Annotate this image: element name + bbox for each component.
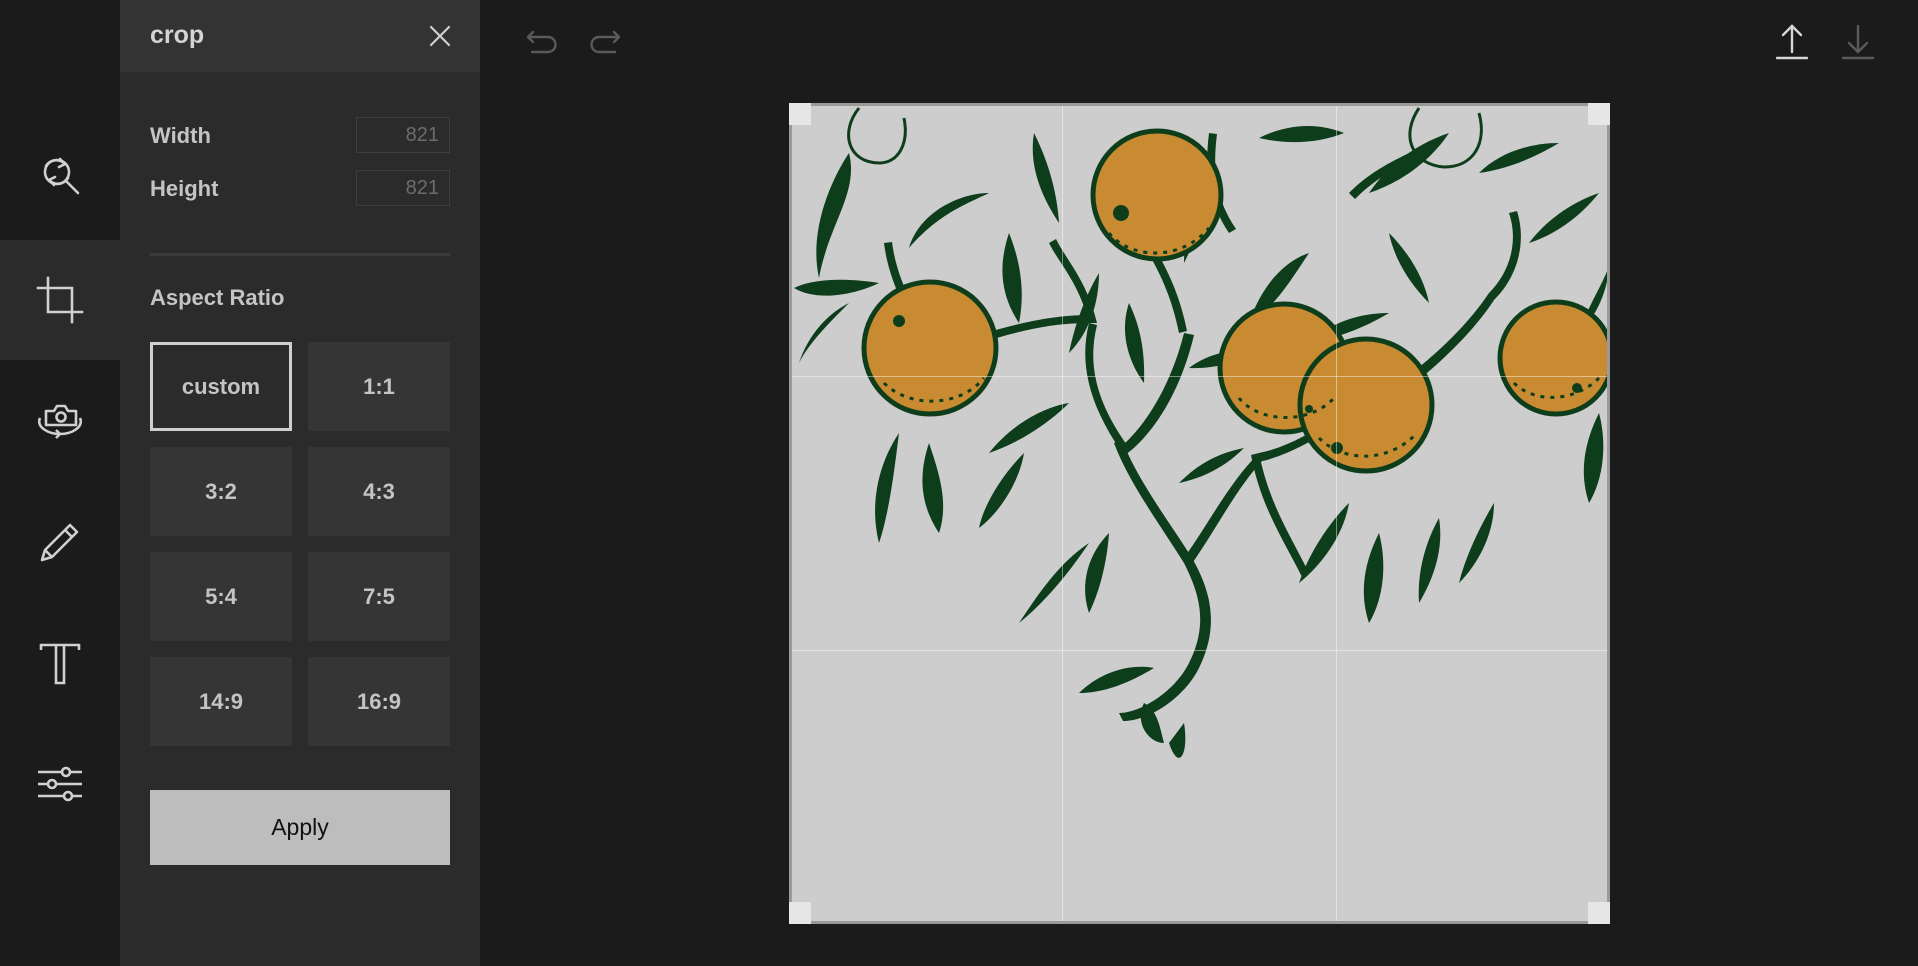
ratio-16-9-button[interactable]: 16:9 <box>308 657 450 746</box>
text-icon <box>39 643 81 685</box>
height-label: Height <box>150 176 219 201</box>
ratio-3-2-button[interactable]: 3:2 <box>150 447 292 536</box>
upload-icon <box>1775 24 1809 60</box>
apply-button[interactable]: Apply <box>150 790 450 865</box>
width-input[interactable] <box>356 117 450 153</box>
close-icon <box>429 25 451 47</box>
crop-icon <box>36 276 84 324</box>
crop-panel: crop Width Height Aspect Ratio custom 1:… <box>120 0 480 966</box>
crop-handle-top-left[interactable] <box>789 103 811 125</box>
download-icon <box>1841 24 1875 60</box>
draw-tool-button[interactable] <box>0 482 120 602</box>
width-label: Width <box>150 123 211 148</box>
image-canvas[interactable] <box>789 103 1610 924</box>
camera-rotate-icon <box>37 404 83 439</box>
divider <box>150 253 450 256</box>
aspect-ratio-label: Aspect Ratio <box>150 285 285 310</box>
ratio-5-4-button[interactable]: 5:4 <box>150 552 292 641</box>
text-tool-button[interactable] <box>0 604 120 724</box>
crop-handle-bottom-left[interactable] <box>789 902 811 924</box>
redo-button[interactable] <box>587 22 627 62</box>
upload-button[interactable] <box>1772 22 1812 62</box>
search-replace-icon <box>43 157 80 195</box>
tool-rail <box>0 0 120 966</box>
crop-tool-button[interactable] <box>0 240 120 360</box>
ratio-14-9-button[interactable]: 14:9 <box>150 657 292 746</box>
undo-button[interactable] <box>520 22 560 62</box>
redo-icon <box>590 30 621 54</box>
panel-header: crop <box>120 0 480 72</box>
crop-handle-top-right[interactable] <box>1588 103 1610 125</box>
close-button[interactable] <box>426 22 454 50</box>
ratio-7-5-button[interactable]: 7:5 <box>308 552 450 641</box>
crop-frame[interactable] <box>789 103 1610 924</box>
pencil-icon <box>40 523 79 562</box>
height-input[interactable] <box>356 170 450 206</box>
panel-title: crop <box>150 21 205 49</box>
ratio-custom-button[interactable]: custom <box>150 342 292 431</box>
adjust-tool-button[interactable] <box>0 724 120 844</box>
search-replace-tool-button[interactable] <box>0 116 120 236</box>
sliders-icon <box>38 766 82 802</box>
ratio-4-3-button[interactable]: 4:3 <box>308 447 450 536</box>
ratio-1-1-button[interactable]: 1:1 <box>308 342 450 431</box>
undo-icon <box>526 30 557 54</box>
crop-handle-bottom-right[interactable] <box>1588 902 1610 924</box>
camera-rotate-tool-button[interactable] <box>0 360 120 480</box>
download-button[interactable] <box>1838 22 1878 62</box>
